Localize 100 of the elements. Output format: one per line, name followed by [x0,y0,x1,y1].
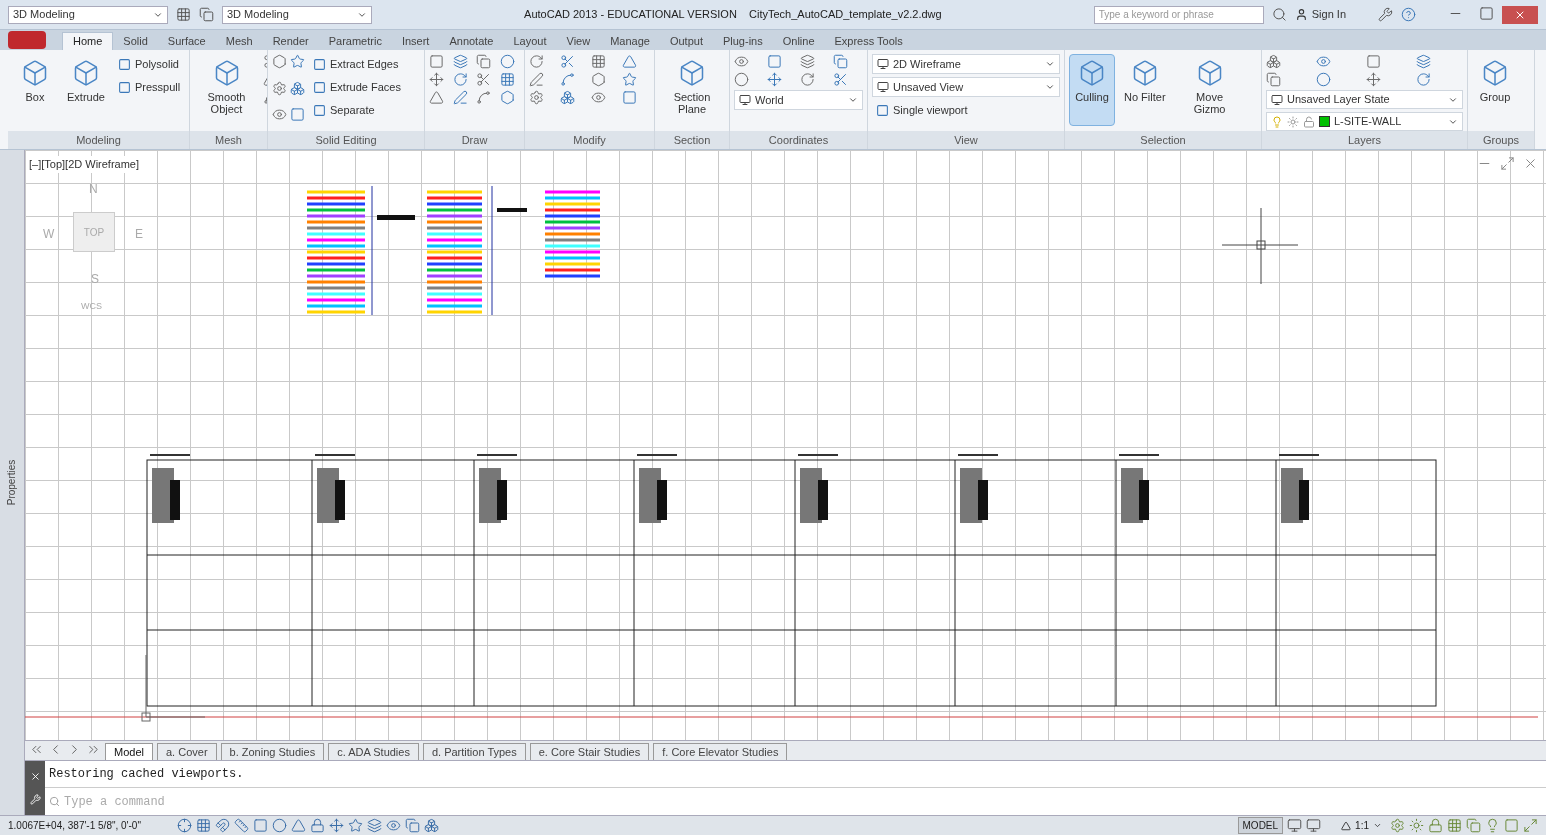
status-tray-icon[interactable] [1485,818,1500,833]
ribbon-tab[interactable]: Mesh [215,32,263,50]
status-toggle-icon[interactable] [329,818,344,833]
sign-in-button[interactable]: Sign In [1294,6,1346,23]
status-tray-icon[interactable] [1428,818,1443,833]
sheet-tab[interactable]: f. Core Elevator Studies [653,743,788,760]
panel-title[interactable]: Layers [1262,131,1467,149]
status-tray-icon[interactable] [1523,818,1538,833]
drawing-canvas[interactable]: [–][Top][2D Wireframe] N W TOP E S WCS [25,150,1546,740]
sheet-tab[interactable]: c. ADA Studies [328,743,419,760]
panel-title[interactable]: Modify [525,131,654,149]
ribbon-large-button[interactable]: Extrude [62,54,110,126]
status-toggle-icon[interactable] [215,818,230,833]
status-tray-icon[interactable] [1466,818,1481,833]
ribbon-large-button[interactable]: Section Plane [659,54,725,126]
sheet-tab[interactable]: d. Partition Types [422,743,526,760]
status-toggle-icon[interactable] [177,818,192,833]
close-button[interactable] [1502,5,1538,24]
ribbon-tab[interactable]: View [556,32,601,50]
ribbon-tab[interactable]: Output [659,32,713,50]
layout-icon[interactable] [1287,818,1303,833]
ribbon-tab[interactable]: Solid [113,32,158,50]
close-icon[interactable] [1523,156,1538,171]
ribbon-tab[interactable]: Plug-ins [712,32,773,50]
ribbon-dropdown[interactable]: 2D Wireframe [872,54,1060,74]
ribbon-dropdown[interactable]: Unsaved View [872,77,1060,97]
panel-title[interactable]: Section [655,131,729,149]
ribbon-large-button[interactable]: Group [1472,54,1518,126]
ribbon-dropdown[interactable]: World [734,90,863,110]
maximize-icon[interactable] [1479,5,1494,21]
status-toggle-icon[interactable] [272,818,287,833]
ribbon-tab[interactable]: Layout [503,32,557,50]
status-toggle-icon[interactable] [234,818,249,833]
maximize-icon[interactable] [1500,156,1515,171]
status-tray-icon[interactable] [1390,818,1405,833]
panel-title[interactable]: Selection [1065,131,1261,149]
ribbon-dropdown[interactable]: Unsaved Layer State [1266,90,1463,109]
ribbon-tab[interactable]: Surface [157,32,216,50]
panel-title[interactable]: Coordinates [730,131,867,149]
properties-palette-strip[interactable]: Properties [0,150,25,815]
panel-title[interactable]: View [868,131,1064,149]
sheet-tab[interactable]: b. Zoning Studies [220,743,325,760]
ribbon-tab[interactable]: Parametric [318,32,392,50]
panel-title[interactable]: Groups [1468,131,1534,149]
ribbon-tab[interactable]: Annotate [439,32,504,50]
help-icon[interactable] [1401,7,1416,22]
ribbon-tab[interactable]: Render [262,32,319,50]
sheet-tab[interactable]: a. Cover [156,743,217,760]
ribbon-small-button[interactable]: Polysolid [113,54,185,74]
status-toggle-icon[interactable] [253,818,268,833]
sheet-tab[interactable]: Model [105,743,153,760]
ribbon-tab[interactable]: Online [772,32,825,50]
ribbon-large-button[interactable]: Smooth Object [194,54,259,126]
ribbon-tab[interactable]: Insert [391,32,440,50]
ribbon-small-button[interactable]: Separate [309,100,420,120]
toolbar-icon[interactable] [199,7,214,22]
layer-dropdown[interactable]: L-SITE-WALL [1266,112,1463,131]
workspace-dropdown[interactable]: 3D Modeling [8,5,168,24]
ribbon-tab[interactable]: Manage [600,32,660,50]
close-icon[interactable] [29,771,41,782]
status-toggle-icon[interactable] [405,818,420,833]
toolbar-icon[interactable] [176,7,191,22]
status-toggle-icon[interactable] [424,818,439,833]
ribbon-large-button[interactable]: No Filter [1119,54,1171,126]
ribbon-small-button[interactable]: Extrude Faces [309,77,420,97]
ribbon-small-button[interactable]: Presspull [113,77,185,97]
panel-title[interactable]: Mesh [190,131,267,149]
sheet-tab[interactable]: e. Core Stair Studies [529,743,650,760]
status-tray-icon[interactable] [1409,818,1424,833]
status-tray-icon[interactable] [1504,818,1519,833]
model-space-button[interactable]: MODEL [1237,817,1284,834]
status-toggle-icon[interactable] [367,818,382,833]
toolbar-icon[interactable] [1378,7,1393,22]
status-toggle-icon[interactable] [291,818,306,833]
search-icon[interactable] [1271,7,1287,22]
search-field[interactable]: Type a keyword or phrase [1093,5,1264,24]
command-line-panel[interactable]: Restoring cached viewports. Type a command [25,760,1546,815]
view-icon [877,81,889,93]
status-tray-icon[interactable] [1447,818,1462,833]
layout-icon[interactable] [1306,818,1322,833]
panel-title[interactable]: Draw [425,131,524,149]
panel-title[interactable]: Solid Editing [268,131,424,149]
status-toggle-icon[interactable] [196,818,211,833]
panel-title[interactable]: Modeling [8,131,189,149]
ribbon-large-button[interactable]: Box [12,54,58,126]
wrench-icon[interactable] [29,794,41,805]
status-toggle-icon[interactable] [386,818,401,833]
status-toggle-icon[interactable] [348,818,363,833]
ribbon-large-button[interactable]: Culling [1069,54,1115,126]
viewport-label[interactable]: [–][Top][2D Wireframe] [29,156,140,173]
ribbon-small-button[interactable]: Single viewport [872,100,1060,120]
ribbon-large-button[interactable]: Move Gizmo [1174,54,1245,126]
command-input-field[interactable]: Type a command [64,792,1542,811]
annotation-scale-button[interactable]: 1:1 [1337,818,1386,833]
ribbon-small-button[interactable]: Extract Edges [309,54,420,74]
ribbon-tab[interactable]: Express Tools [824,32,913,50]
solid-icon [1481,59,1509,87]
status-toggle-icon[interactable] [310,818,325,833]
ribbon-tab[interactable]: Home [62,32,114,50]
workspace-dropdown[interactable]: 3D Modeling [222,5,372,24]
